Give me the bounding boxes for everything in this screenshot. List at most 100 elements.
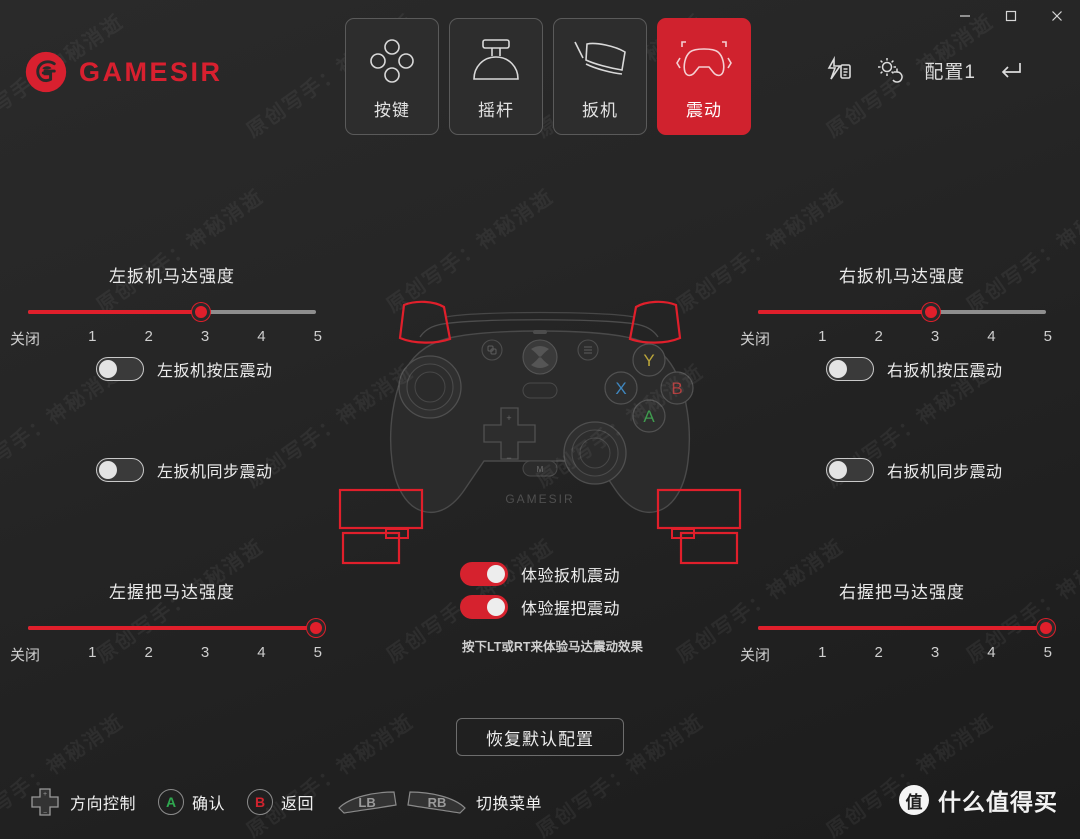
switch-control[interactable] <box>826 357 874 381</box>
slider-track-fill <box>28 310 201 314</box>
joystick-icon <box>468 32 524 90</box>
controls-legend: + − 方向控制 A 确认 B 返回 LB RB 切换菜单 <box>28 785 542 819</box>
slider-ticks: 关闭 1 2 3 4 5 <box>740 644 1052 665</box>
svg-text:X: X <box>615 379 626 398</box>
restore-defaults-button[interactable]: 恢复默认配置 <box>456 718 624 756</box>
tick: 4 <box>257 328 266 345</box>
slider-thumb[interactable] <box>1037 619 1055 637</box>
tab-trigger[interactable]: 扳机 <box>553 18 647 135</box>
legend-item-switch-menu: LB RB 切换菜单 <box>336 789 542 815</box>
tick: 5 <box>1043 644 1052 661</box>
legend-item-back: B 返回 <box>247 789 314 815</box>
profile-label[interactable]: 配置1 <box>924 57 976 84</box>
slider-thumb[interactable] <box>191 303 210 321</box>
slider-right-grip-motor: 右握把马达强度 关闭 1 2 3 4 5 <box>740 578 1055 665</box>
tick: 5 <box>313 644 322 661</box>
svg-text:B: B <box>671 379 682 398</box>
toggle-right-trigger-press[interactable]: 右扳机按压震动 <box>826 357 1003 381</box>
maximize-button[interactable] <box>988 0 1034 32</box>
slider-track[interactable] <box>28 303 316 321</box>
lb-bumper-icon: LB <box>336 789 398 815</box>
tick: 1 <box>818 644 827 661</box>
tick: 2 <box>874 644 883 661</box>
smzdm-text: 什么值得买 <box>938 789 1058 815</box>
slider-track-fill <box>758 310 931 314</box>
vibration-hint-text: 按下LT或RT来体验马达震动效果 <box>462 640 644 654</box>
trigger-icon <box>571 32 629 90</box>
tick: 3 <box>930 328 940 345</box>
switch-control[interactable] <box>96 357 144 381</box>
svg-text:−: − <box>43 810 47 817</box>
toggle-left-trigger-press[interactable]: 左扳机按压震动 <box>96 357 273 381</box>
tick: 4 <box>987 328 996 345</box>
svg-text:A: A <box>643 407 655 426</box>
tab-label: 摇杆 <box>478 101 514 120</box>
slider-title: 左扳机马达强度 <box>109 267 235 286</box>
gamesir-eagle-logo-icon <box>25 51 67 93</box>
svg-text:−: − <box>506 453 511 463</box>
tick: 2 <box>874 328 883 345</box>
smzdm-badge: 值 <box>899 785 929 815</box>
switch-control[interactable] <box>826 458 874 482</box>
toggle-label: 体验扳机震动 <box>521 568 621 585</box>
toggle-label: 左扳机同步震动 <box>157 464 273 481</box>
watermark-text: 原创写手：神秘消逝 <box>0 710 128 839</box>
switch-knob <box>99 360 117 378</box>
slider-thumb[interactable] <box>307 619 325 637</box>
tick: 3 <box>200 644 210 661</box>
switch-knob <box>829 360 847 378</box>
tab-vibration[interactable]: 震动 <box>657 18 751 135</box>
legend-label: 确认 <box>192 796 226 813</box>
return-arrow-icon[interactable] <box>996 56 1024 84</box>
tick: 2 <box>144 328 153 345</box>
switch-control[interactable] <box>96 458 144 482</box>
legend-label: 方向控制 <box>70 796 137 813</box>
slider-title: 右握把马达强度 <box>839 583 965 602</box>
close-button[interactable] <box>1034 0 1080 32</box>
toggle-left-trigger-sync[interactable]: 左扳机同步震动 <box>96 458 273 482</box>
tab-label: 扳机 <box>582 101 618 120</box>
slider-track-fill <box>28 626 316 630</box>
tick: 2 <box>144 644 153 661</box>
gamesir-config-window: GAMESIR 按键 摇杆 扳机 震动 配置1 + − M Y X B A GA… <box>0 0 1080 839</box>
rb-bumper-icon: RB <box>406 789 468 815</box>
rb-label: RB <box>427 794 447 810</box>
toggle-right-trigger-sync[interactable]: 右扳机同步震动 <box>826 458 1003 482</box>
main-tab-bar: 按键 摇杆 扳机 震动 <box>345 18 751 135</box>
tab-label: 按键 <box>374 101 410 120</box>
legend-item-dpad: + − 方向控制 <box>28 785 136 819</box>
legend-label: 返回 <box>281 796 315 813</box>
watermark-text: 原创写手：神秘消逝 <box>823 710 998 839</box>
slider-track[interactable] <box>28 619 325 637</box>
dpad-icon: + − <box>31 788 59 817</box>
slider-left-grip-motor: 左握把马达强度 关闭 1 2 3 4 5 <box>10 578 325 665</box>
slider-track[interactable] <box>758 619 1055 637</box>
tick: 关闭 <box>10 331 41 348</box>
slider-title: 左握把马达强度 <box>109 583 235 602</box>
tab-joystick[interactable]: 摇杆 <box>449 18 543 135</box>
svg-text:+: + <box>43 791 47 798</box>
minimize-button[interactable] <box>942 0 988 32</box>
brand-name: GAMESIR <box>79 56 223 87</box>
toggle-label: 右扳机按压震动 <box>887 363 1003 380</box>
tab-buttons[interactable]: 按键 <box>345 18 439 135</box>
vibration-controller-icon <box>673 32 735 90</box>
a-button-icon: A <box>158 789 185 815</box>
switch-control[interactable] <box>460 595 508 619</box>
firmware-flash-icon[interactable] <box>824 55 854 85</box>
toggle-test-trigger[interactable]: 体验扳机震动 <box>460 562 643 586</box>
switch-control[interactable] <box>460 562 508 586</box>
slider-thumb[interactable] <box>921 303 940 321</box>
slider-ticks: 关闭 1 2 3 4 5 <box>740 328 1052 349</box>
slider-track[interactable] <box>758 303 1046 321</box>
svg-text:M: M <box>537 465 544 474</box>
b-button-icon: B <box>247 789 274 815</box>
test-vibration-group: 体验扳机震动 体验握把震动 按下LT或RT来体验马达震动效果 <box>460 562 643 655</box>
toggle-test-grip[interactable]: 体验握把震动 <box>460 595 643 619</box>
gear-refresh-icon[interactable] <box>874 55 904 85</box>
header-actions: 配置1 <box>824 55 1024 85</box>
tick: 4 <box>987 644 996 661</box>
slider-left-trigger-motor: 左扳机马达强度 关闭 1 2 3 4 5 <box>10 262 322 349</box>
tick: 3 <box>200 328 210 345</box>
switch-knob <box>487 598 505 616</box>
